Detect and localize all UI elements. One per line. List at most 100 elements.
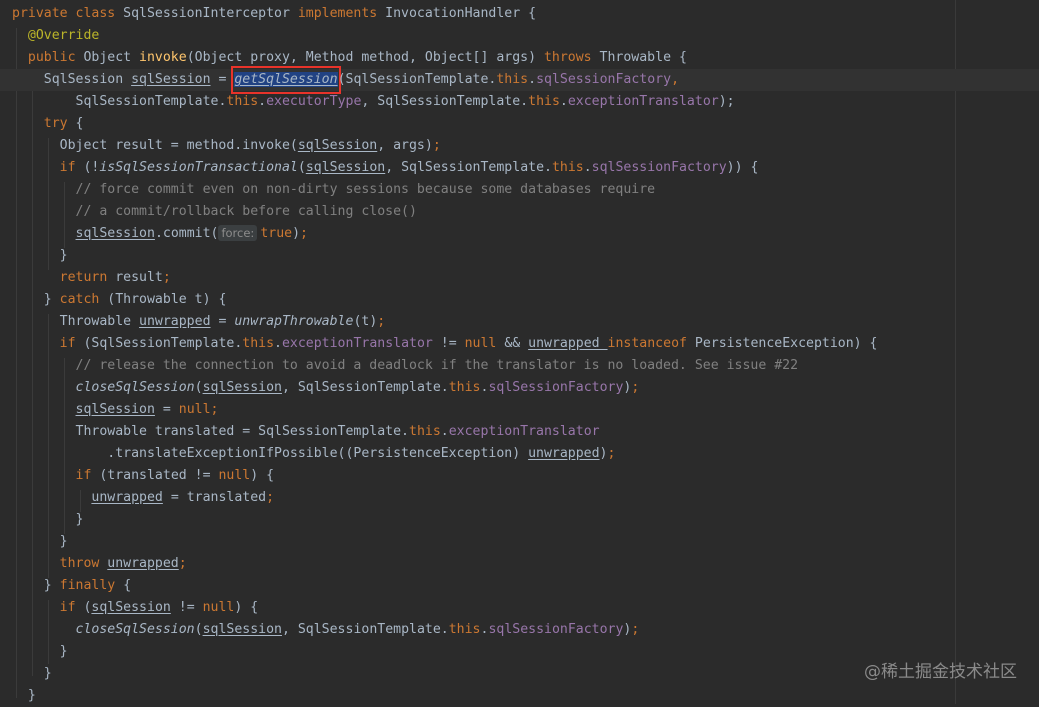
token: , — [671, 72, 680, 87]
highlighted-method-box[interactable]: getSqlSession — [231, 66, 341, 94]
token: (Object proxy, Method method, Object[] a… — [186, 50, 544, 65]
token: this — [242, 336, 275, 351]
token: unwrapped — [528, 446, 600, 461]
code-line-13[interactable]: return result; — [0, 267, 1039, 289]
code-line-22[interactable]: if (translated != null) { — [0, 465, 1039, 487]
code-line-8[interactable]: if (!isSqlSessionTransactional(sqlSessio… — [0, 157, 1039, 179]
token: .translateExceptionIfPossible((Persisten… — [107, 446, 529, 461]
token: ) { — [234, 600, 259, 615]
token: } — [43, 666, 52, 681]
token: sqlSession — [91, 600, 171, 615]
token: sqlSession — [202, 622, 282, 637]
code-line-16[interactable]: if (SqlSessionTemplate.this.exceptionTra… — [0, 333, 1039, 355]
token: getSqlSession — [234, 72, 338, 87]
token: ; — [300, 226, 308, 241]
token: SqlSessionInterceptor — [123, 6, 298, 21]
comment: // force commit even on non-dirty sessio… — [75, 182, 656, 197]
token: = translated — [162, 490, 267, 505]
token: sqlSession — [131, 72, 211, 87]
code-line-7[interactable]: Object result = method.invoke(sqlSession… — [0, 135, 1039, 157]
token: . — [528, 72, 537, 87]
code-line-12[interactable]: } — [0, 245, 1039, 267]
token: null — [202, 600, 235, 615]
code-line-24[interactable]: } — [0, 509, 1039, 531]
code-line-9[interactable]: // force commit even on non-dirty sessio… — [0, 179, 1039, 201]
code-line-23[interactable]: unwrapped = translated; — [0, 487, 1039, 509]
token: } — [75, 512, 84, 527]
token: null — [464, 336, 505, 351]
token: this — [551, 160, 584, 175]
token: ; — [631, 622, 640, 637]
token: try — [43, 116, 76, 131]
token: ; — [631, 380, 640, 395]
token: = — [210, 72, 235, 87]
token: } — [43, 292, 60, 307]
token: , SqlSessionTemplate. — [361, 94, 529, 109]
token: (! — [83, 160, 100, 175]
code-line-11[interactable]: sqlSession.commit(force: true); — [0, 223, 1039, 245]
token: ; — [266, 490, 275, 505]
token: instanceof — [607, 336, 695, 351]
token: (SqlSessionTemplate. — [337, 72, 497, 87]
code-line-18[interactable]: closeSqlSession(sqlSession, SqlSessionTe… — [0, 377, 1039, 399]
token: ) { — [250, 468, 275, 483]
code-line-1[interactable]: private class SqlSessionInterceptor impl… — [0, 3, 1039, 25]
code-line-17[interactable]: // release the connection to avoid a dea… — [0, 355, 1039, 377]
token: sqlSessionFactory — [536, 72, 672, 87]
token: SqlSession — [43, 72, 132, 87]
token: && — [504, 336, 529, 351]
token: sqlSession — [75, 402, 155, 417]
token: Throwable — [59, 314, 140, 329]
token: { — [123, 578, 132, 593]
code-line-3[interactable]: public Object invoke(Object proxy, Metho… — [0, 47, 1039, 69]
token: if — [59, 600, 84, 615]
token: = — [154, 402, 179, 417]
token: sqlSession — [202, 380, 282, 395]
token: ) — [292, 226, 301, 241]
token: catch — [59, 292, 108, 307]
token: sqlSessionFactory — [488, 622, 624, 637]
code-line-19[interactable]: sqlSession = null; — [0, 399, 1039, 421]
token: (t) — [353, 314, 378, 329]
token: } — [59, 248, 68, 263]
code-line-5[interactable]: SqlSessionTemplate.this.executorType, Sq… — [0, 91, 1039, 113]
token: Throwable translated = SqlSessionTemplat… — [75, 424, 409, 439]
token: Object result = method.invoke( — [59, 138, 298, 153]
token: implements — [297, 6, 386, 21]
token: @Override — [27, 28, 100, 43]
code-line-26[interactable]: throw unwrapped; — [0, 553, 1039, 575]
token: if — [75, 468, 100, 483]
token: unwrapThrowable — [234, 314, 354, 329]
token: isSqlSessionTransactional — [99, 160, 298, 175]
code-line-20[interactable]: Throwable translated = SqlSessionTemplat… — [0, 421, 1039, 443]
token: throws — [543, 50, 600, 65]
token: } — [59, 534, 68, 549]
code-line-10[interactable]: // a commit/rollback before calling clos… — [0, 201, 1039, 223]
token: ; — [432, 138, 441, 153]
code-line-15[interactable]: Throwable unwrapped = unwrapThrowable(t)… — [0, 311, 1039, 333]
comment: // a commit/rollback before calling clos… — [75, 204, 417, 219]
code-line-2[interactable]: @Override — [0, 25, 1039, 47]
code-line-25[interactable]: } — [0, 531, 1039, 553]
code-line-27[interactable]: } finally { — [0, 575, 1039, 597]
token: ; — [162, 270, 171, 285]
token: unwrapped — [528, 336, 608, 351]
code-editor[interactable]: private class SqlSessionInterceptor impl… — [0, 0, 1039, 704]
token: null — [218, 468, 251, 483]
token: this — [496, 72, 529, 87]
token: sqlSession — [75, 226, 155, 241]
token: } — [27, 688, 36, 703]
token: exceptionTranslator — [567, 94, 719, 109]
token: . — [274, 336, 282, 351]
token: Object — [83, 50, 140, 65]
code-line-21[interactable]: .translateExceptionIfPossible((Persisten… — [0, 443, 1039, 465]
code-line-29[interactable]: closeSqlSession(sqlSession, SqlSessionTe… — [0, 619, 1039, 641]
code-line-4[interactable]: SqlSession sqlSession = getSqlSession(Sq… — [0, 66, 1039, 94]
token: = — [210, 314, 235, 329]
token: , SqlSessionTemplate. — [385, 160, 552, 175]
token: sqlSessionFactory — [591, 160, 727, 175]
code-line-14[interactable]: } catch (Throwable t) { — [0, 289, 1039, 311]
code-line-28[interactable]: if (sqlSession != null) { — [0, 597, 1039, 619]
code-line-6[interactable]: try { — [0, 113, 1039, 135]
token: )) { — [726, 160, 759, 175]
